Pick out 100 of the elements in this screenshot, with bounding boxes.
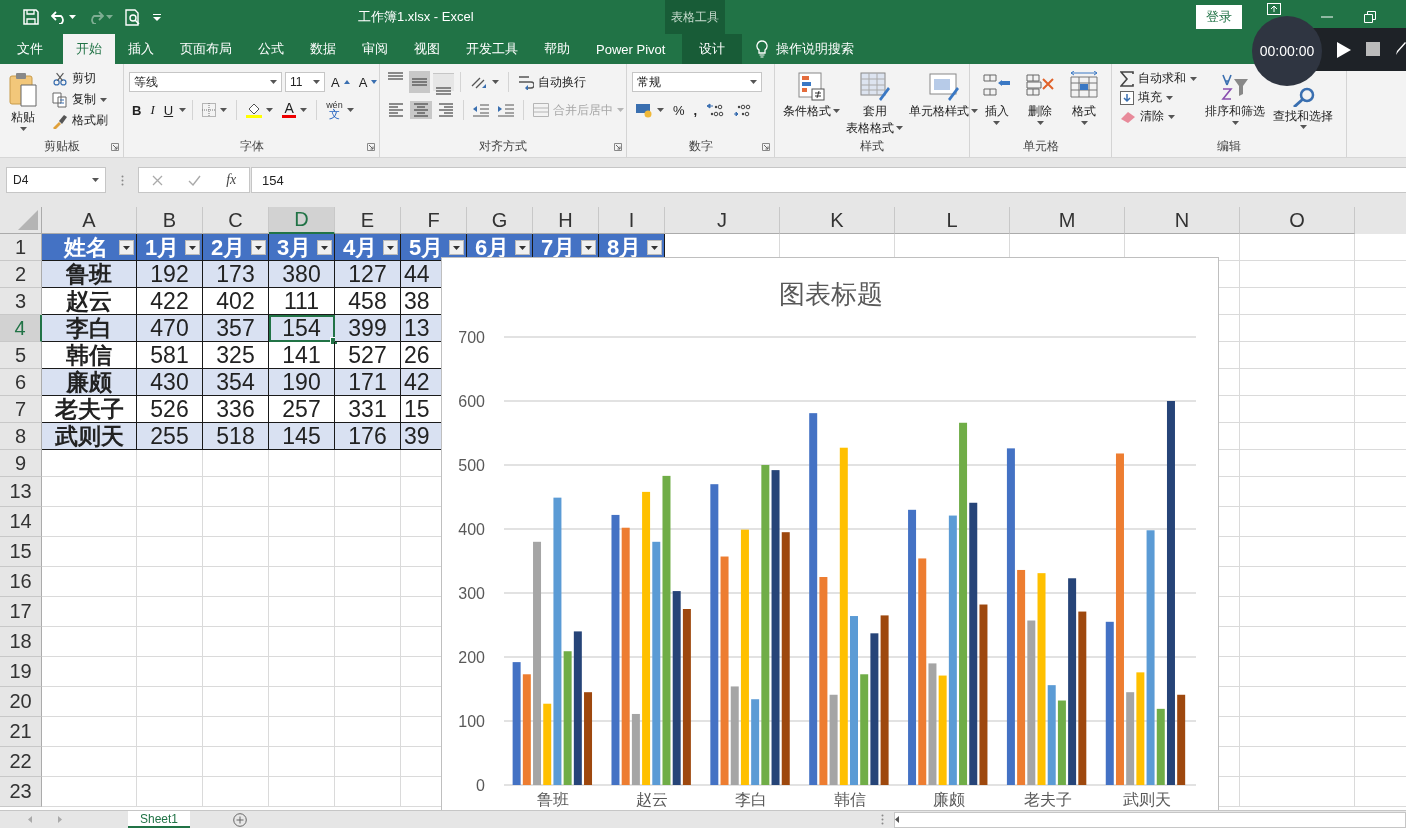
row-header[interactable]: 1 xyxy=(0,234,42,261)
wrap-text-button[interactable]: 自动换行 xyxy=(515,72,589,92)
row-header[interactable]: 5 xyxy=(0,342,42,369)
column-header[interactable]: E xyxy=(335,207,401,234)
column-header[interactable]: G xyxy=(467,207,533,234)
row-header[interactable]: 3 xyxy=(0,288,42,315)
row-header[interactable]: 19 xyxy=(0,657,42,687)
filter-button[interactable] xyxy=(383,240,398,255)
ribbon-tab[interactable]: 数据 xyxy=(297,34,349,64)
row-header[interactable]: 15 xyxy=(0,537,42,567)
column-header[interactable]: K xyxy=(780,207,895,234)
fill-button[interactable]: 填充 xyxy=(1117,88,1200,107)
row-header[interactable]: 4 xyxy=(0,315,42,342)
table-style-button[interactable]: 套用 表格格式 xyxy=(843,69,906,137)
row-header[interactable]: 22 xyxy=(0,747,42,777)
decrease-font-button[interactable]: A xyxy=(355,73,381,91)
ribbon-tab[interactable]: 帮助 xyxy=(531,34,583,64)
decrease-indent-button[interactable] xyxy=(470,102,492,118)
row-header[interactable]: 23 xyxy=(0,777,42,807)
increase-font-button[interactable]: A xyxy=(328,73,353,91)
sign-in-button[interactable]: 登录 xyxy=(1196,5,1242,29)
row-header[interactable]: 18 xyxy=(0,627,42,657)
font-size-field[interactable]: 11 xyxy=(285,72,325,92)
filter-button[interactable] xyxy=(647,240,662,255)
ribbon-tab[interactable]: 公式 xyxy=(245,34,297,64)
filter-button[interactable] xyxy=(119,240,134,255)
row-header[interactable]: 21 xyxy=(0,717,42,747)
customize-toolbar-button[interactable] xyxy=(150,11,164,23)
restore-button[interactable] xyxy=(1363,11,1377,23)
cut-button[interactable]: 剪切 xyxy=(49,69,111,88)
ribbon-tab[interactable]: Power Pivot xyxy=(583,34,679,64)
filter-button[interactable] xyxy=(251,240,266,255)
column-header[interactable]: B xyxy=(137,207,203,234)
column-header[interactable]: I xyxy=(599,207,665,234)
insert-function-button[interactable]: fx xyxy=(223,171,240,189)
horizontal-align-button[interactable] xyxy=(410,101,432,119)
filter-button[interactable] xyxy=(515,240,530,255)
ribbon-display-button[interactable] xyxy=(1267,3,1281,15)
column-header[interactable]: N xyxy=(1125,207,1240,234)
italic-button[interactable]: I xyxy=(147,101,158,119)
filter-button[interactable] xyxy=(581,240,596,255)
phonetic-button[interactable]: wén 文 xyxy=(323,100,357,120)
row-header[interactable]: 8 xyxy=(0,423,42,450)
cell-style-button[interactable]: 单元格样式 xyxy=(906,69,981,137)
undo-button[interactable] xyxy=(48,8,79,26)
ribbon-tab[interactable]: 审阅 xyxy=(349,34,401,64)
play-button[interactable] xyxy=(1336,41,1352,59)
ribbon-tab[interactable]: 开始 xyxy=(63,34,115,64)
insert-cells-button[interactable]: 插入 xyxy=(978,69,1015,137)
clear-button[interactable]: 清除 xyxy=(1117,107,1200,126)
save-button[interactable] xyxy=(20,7,42,27)
column-header[interactable]: D xyxy=(269,207,335,234)
comma-style-button[interactable]: , xyxy=(690,101,701,119)
copy-button[interactable]: 复制 xyxy=(49,90,111,109)
column-header[interactable]: O xyxy=(1240,207,1355,234)
ribbon-tab[interactable]: 设计 xyxy=(682,34,743,64)
column-header[interactable]: L xyxy=(895,207,1010,234)
ribbon-tab[interactable]: 视图 xyxy=(401,34,453,64)
conditional-style-button[interactable]: 条件格式 xyxy=(780,69,843,137)
font-name-field[interactable]: 等线 xyxy=(129,72,282,92)
paste-button[interactable]: 粘贴 xyxy=(5,69,41,137)
number-format-field[interactable]: 常规 xyxy=(632,72,762,92)
format-painter-button[interactable]: 格式刷 xyxy=(49,111,111,130)
find-select-button[interactable]: 查找和选择 xyxy=(1270,87,1336,137)
ribbon-tab[interactable]: 开发工具 xyxy=(453,34,531,64)
column-header[interactable]: F xyxy=(401,207,467,234)
format-cells-button[interactable]: 格式 xyxy=(1066,69,1103,137)
font-color-button[interactable]: A xyxy=(279,101,311,119)
increase-indent-button[interactable] xyxy=(495,102,517,118)
formula-field[interactable]: 154 xyxy=(251,167,1406,193)
row-header[interactable]: 7 xyxy=(0,396,42,423)
tell-me-search[interactable]: 操作说明搜索 xyxy=(756,34,855,64)
column-header[interactable]: C xyxy=(203,207,269,234)
underline-button[interactable]: U xyxy=(160,101,177,119)
row-header[interactable]: 13 xyxy=(0,477,42,507)
filter-button[interactable] xyxy=(185,240,200,255)
row-header[interactable]: 17 xyxy=(0,597,42,627)
filter-button[interactable] xyxy=(449,240,464,255)
column-header[interactable]: M xyxy=(1010,207,1125,234)
vertical-align-button[interactable] xyxy=(409,71,430,93)
row-header[interactable]: 2 xyxy=(0,261,42,288)
ribbon-tab[interactable]: 插入 xyxy=(115,34,167,64)
pen-button[interactable] xyxy=(1394,41,1406,57)
horizontal-scrollbar[interactable] xyxy=(894,811,1406,828)
column-header[interactable]: A xyxy=(42,207,137,234)
percent-button[interactable]: % xyxy=(670,101,688,119)
ribbon-tab[interactable]: 文件 xyxy=(4,34,56,64)
autosum-button[interactable]: 自动求和 xyxy=(1117,69,1200,88)
ribbon-tab[interactable]: 页面布局 xyxy=(167,34,245,64)
chart-panel[interactable]: 图表标题 0 100 200 300 400 500 600 700 鲁班 赵云 李白 韩信 廉颇 老夫子 武则天 xyxy=(441,257,1219,810)
bold-button[interactable]: B xyxy=(129,101,145,119)
name-box[interactable]: D4 xyxy=(6,167,106,193)
row-header[interactable]: 9 xyxy=(0,450,42,477)
row-header[interactable]: 14 xyxy=(0,507,42,537)
row-header[interactable]: 6 xyxy=(0,369,42,396)
delete-cells-button[interactable]: 删除 xyxy=(1022,69,1059,137)
column-header[interactable]: H xyxy=(533,207,599,234)
column-header[interactable]: J xyxy=(665,207,780,234)
row-header[interactable]: 16 xyxy=(0,567,42,597)
sheet-tab[interactable]: Sheet1 xyxy=(128,811,191,828)
